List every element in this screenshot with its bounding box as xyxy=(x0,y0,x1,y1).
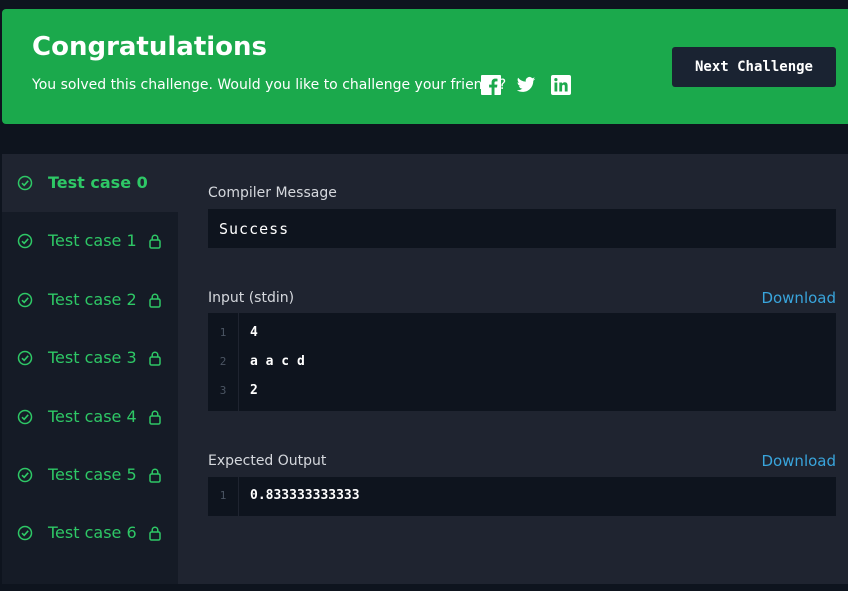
line-text: 2 xyxy=(250,383,258,398)
line-text: 4 xyxy=(250,325,258,340)
input-label: Input (stdin) xyxy=(208,290,295,306)
lock-icon xyxy=(149,351,161,366)
input-download-link[interactable]: Download xyxy=(761,289,836,307)
twitter-icon[interactable] xyxy=(516,75,536,95)
test-case-label: Test case 1 xyxy=(48,231,137,250)
banner-subtitle: You solved this challenge. Would you lik… xyxy=(32,77,507,93)
test-case-label: Test case 4 xyxy=(48,407,137,426)
lock-icon xyxy=(149,234,161,249)
check-circle-icon xyxy=(17,175,33,191)
test-case-label: Test case 5 xyxy=(48,465,137,484)
banner-title: Congratulations xyxy=(32,32,268,62)
facebook-icon[interactable] xyxy=(481,75,501,95)
success-banner: Congratulations You solved this challeng… xyxy=(2,9,848,124)
compiler-message-box: Success xyxy=(208,209,836,248)
test-case-label: Test case 0 xyxy=(48,173,148,192)
expected-output-label: Expected Output xyxy=(208,453,327,469)
code-line: 1 4 xyxy=(208,323,836,343)
line-number: 3 xyxy=(219,384,227,397)
test-case-label: Test case 2 xyxy=(48,290,137,309)
sidebar-item-test-case-2[interactable]: Test case 2 xyxy=(2,271,178,329)
check-circle-icon xyxy=(17,233,33,249)
sidebar-item-test-case-0[interactable]: Test case 0 xyxy=(2,154,178,212)
sidebar-item-test-case-1[interactable]: Test case 1 xyxy=(2,212,178,270)
code-line: 1 0.833333333333 xyxy=(208,486,836,506)
test-case-sidebar: Test case 0 Test case 1 Test case 2 Test… xyxy=(2,154,178,584)
check-circle-icon xyxy=(17,409,33,425)
check-circle-icon xyxy=(17,292,33,308)
test-case-label: Test case 3 xyxy=(48,348,137,367)
sidebar-item-test-case-5[interactable]: Test case 5 xyxy=(2,446,178,504)
test-results-panel: Test case 0 Test case 1 Test case 2 Test… xyxy=(2,154,848,584)
lock-icon xyxy=(149,410,161,425)
line-number: 2 xyxy=(219,355,227,368)
lock-icon xyxy=(149,468,161,483)
input-code-box: 1 4 2 a a c d 3 2 xyxy=(208,313,836,411)
line-text: a a c d xyxy=(250,354,305,369)
expected-output-code-box: 1 0.833333333333 xyxy=(208,477,836,516)
next-challenge-button[interactable]: Next Challenge xyxy=(672,47,836,87)
linkedin-icon[interactable] xyxy=(551,75,571,95)
code-line: 2 a a c d xyxy=(208,352,836,372)
check-circle-icon xyxy=(17,350,33,366)
line-number: 1 xyxy=(219,489,227,502)
check-circle-icon xyxy=(17,525,33,541)
expected-output-download-link[interactable]: Download xyxy=(761,452,836,470)
line-number: 1 xyxy=(219,326,227,339)
line-text: 0.833333333333 xyxy=(250,488,360,503)
sidebar-item-test-case-6[interactable]: Test case 6 xyxy=(2,504,178,562)
compiler-message-label: Compiler Message xyxy=(208,185,337,201)
sidebar-item-test-case-3[interactable]: Test case 3 xyxy=(2,329,178,387)
sidebar-item-test-case-4[interactable]: Test case 4 xyxy=(2,388,178,446)
test-case-label: Test case 6 xyxy=(48,523,137,542)
lock-icon xyxy=(149,293,161,308)
code-line: 3 2 xyxy=(208,381,836,401)
check-circle-icon xyxy=(17,467,33,483)
lock-icon xyxy=(149,526,161,541)
